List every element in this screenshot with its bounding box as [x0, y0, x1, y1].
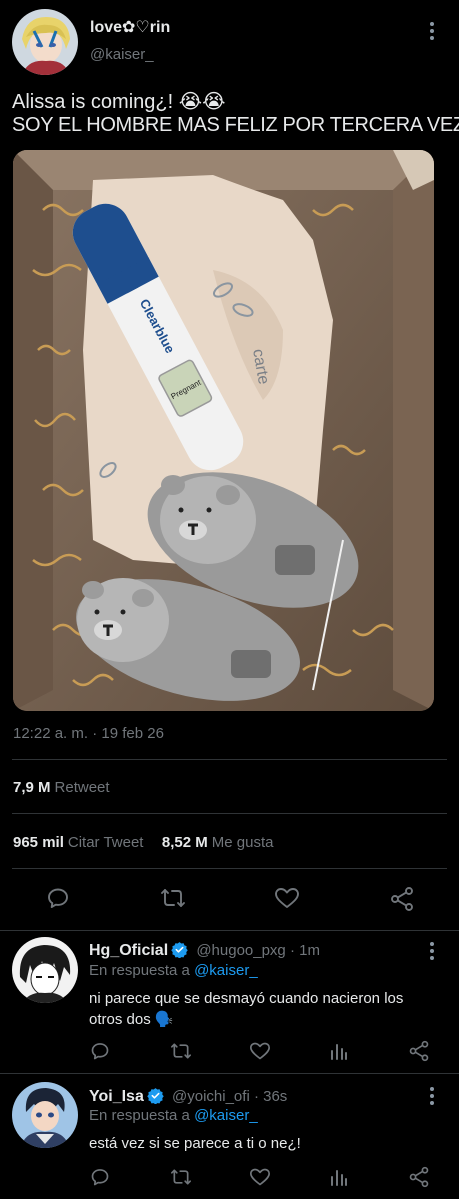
reply-header: Hg_Oficial @hugoo_pxg · 1m — [89, 941, 320, 960]
retweet-icon[interactable] — [170, 1167, 192, 1187]
more-icon[interactable] — [422, 1085, 442, 1109]
divider — [12, 759, 447, 760]
like-icon[interactable] — [274, 886, 300, 910]
like-count-label: Me gusta — [211, 834, 274, 851]
reply-avatar[interactable] — [12, 937, 78, 1003]
retweet-icon[interactable] — [160, 886, 186, 910]
analytics-icon[interactable] — [330, 1167, 348, 1187]
divider — [0, 1073, 459, 1074]
more-icon[interactable] — [422, 20, 442, 44]
reply-text: está vez si se parece a ti o ne¿! — [89, 1135, 301, 1152]
tweet-photo[interactable]: carte Pregnant Clearblue — [13, 150, 434, 711]
author-display-name[interactable]: love✿♡rin — [90, 17, 170, 37]
like-count-value: 8,52 M — [161, 834, 208, 851]
quote-count-value: 965 mil — [13, 834, 64, 851]
retweet-count[interactable]: 7,9 M Retweet — [13, 779, 110, 797]
reply-handle-time[interactable]: @hugoo_pxg · 1m — [196, 942, 320, 959]
quote-like-counts: 965 mil Citar Tweet 8,52 M Me gusta — [13, 834, 273, 852]
reply-context-prefix: En respuesta a — [89, 962, 190, 979]
share-icon[interactable] — [408, 1166, 430, 1188]
reply-context-mention[interactable]: @kaiser_ — [194, 962, 258, 979]
author-handle[interactable]: @kaiser_ — [90, 46, 154, 63]
reply-display-name[interactable]: Hg_Oficial — [89, 942, 168, 959]
reply-context-mention[interactable]: @kaiser_ — [194, 1107, 258, 1124]
reply-icon[interactable] — [90, 1041, 110, 1061]
reply-icon[interactable] — [90, 1167, 110, 1187]
reply-avatar[interactable] — [12, 1082, 78, 1148]
retweet-icon[interactable] — [170, 1041, 192, 1061]
retweet-count-value: 7,9 M — [13, 779, 51, 796]
divider — [12, 813, 447, 814]
reply-display-name[interactable]: Yoi_Isa — [89, 1088, 144, 1105]
divider — [12, 868, 447, 869]
share-icon[interactable] — [389, 886, 415, 912]
like-count[interactable]: 8,52 M Me gusta — [162, 834, 274, 851]
analytics-icon[interactable] — [330, 1041, 348, 1061]
quote-count-label: Citar Tweet — [67, 834, 144, 851]
tweet-text-line-2: SOY EL HOMBRE MAS FELIZ POR TERCERA VEZ — [12, 114, 459, 136]
share-icon[interactable] — [408, 1040, 430, 1062]
reply-context-prefix: En respuesta a — [89, 1107, 190, 1124]
like-icon[interactable] — [249, 1167, 271, 1187]
reply-header: Yoi_Isa @yoichi_ofi · 36s — [89, 1087, 287, 1106]
reply-text: ni parece que se desmayó cuando nacieron… — [89, 990, 404, 1028]
like-icon[interactable] — [249, 1041, 271, 1061]
tweet-timestamp[interactable]: 12:22 a. m. · 19 feb 26 — [13, 725, 164, 742]
reply-handle-time[interactable]: @yoichi_ofi · 36s — [172, 1088, 287, 1105]
quote-count[interactable]: 965 mil Citar Tweet — [13, 834, 143, 851]
reply-icon[interactable] — [46, 886, 70, 910]
retweet-count-label: Retweet — [54, 779, 110, 796]
verified-badge-icon — [147, 1088, 164, 1104]
reply-context: En respuesta a @kaiser_ — [89, 962, 258, 979]
verified-badge-icon — [171, 942, 188, 958]
author-avatar[interactable] — [12, 9, 78, 75]
more-icon[interactable] — [422, 940, 442, 964]
reply-context: En respuesta a @kaiser_ — [89, 1107, 258, 1124]
tweet-text-line-1: Alissa is coming¿! 😭😭 — [12, 91, 226, 113]
divider — [0, 930, 459, 931]
